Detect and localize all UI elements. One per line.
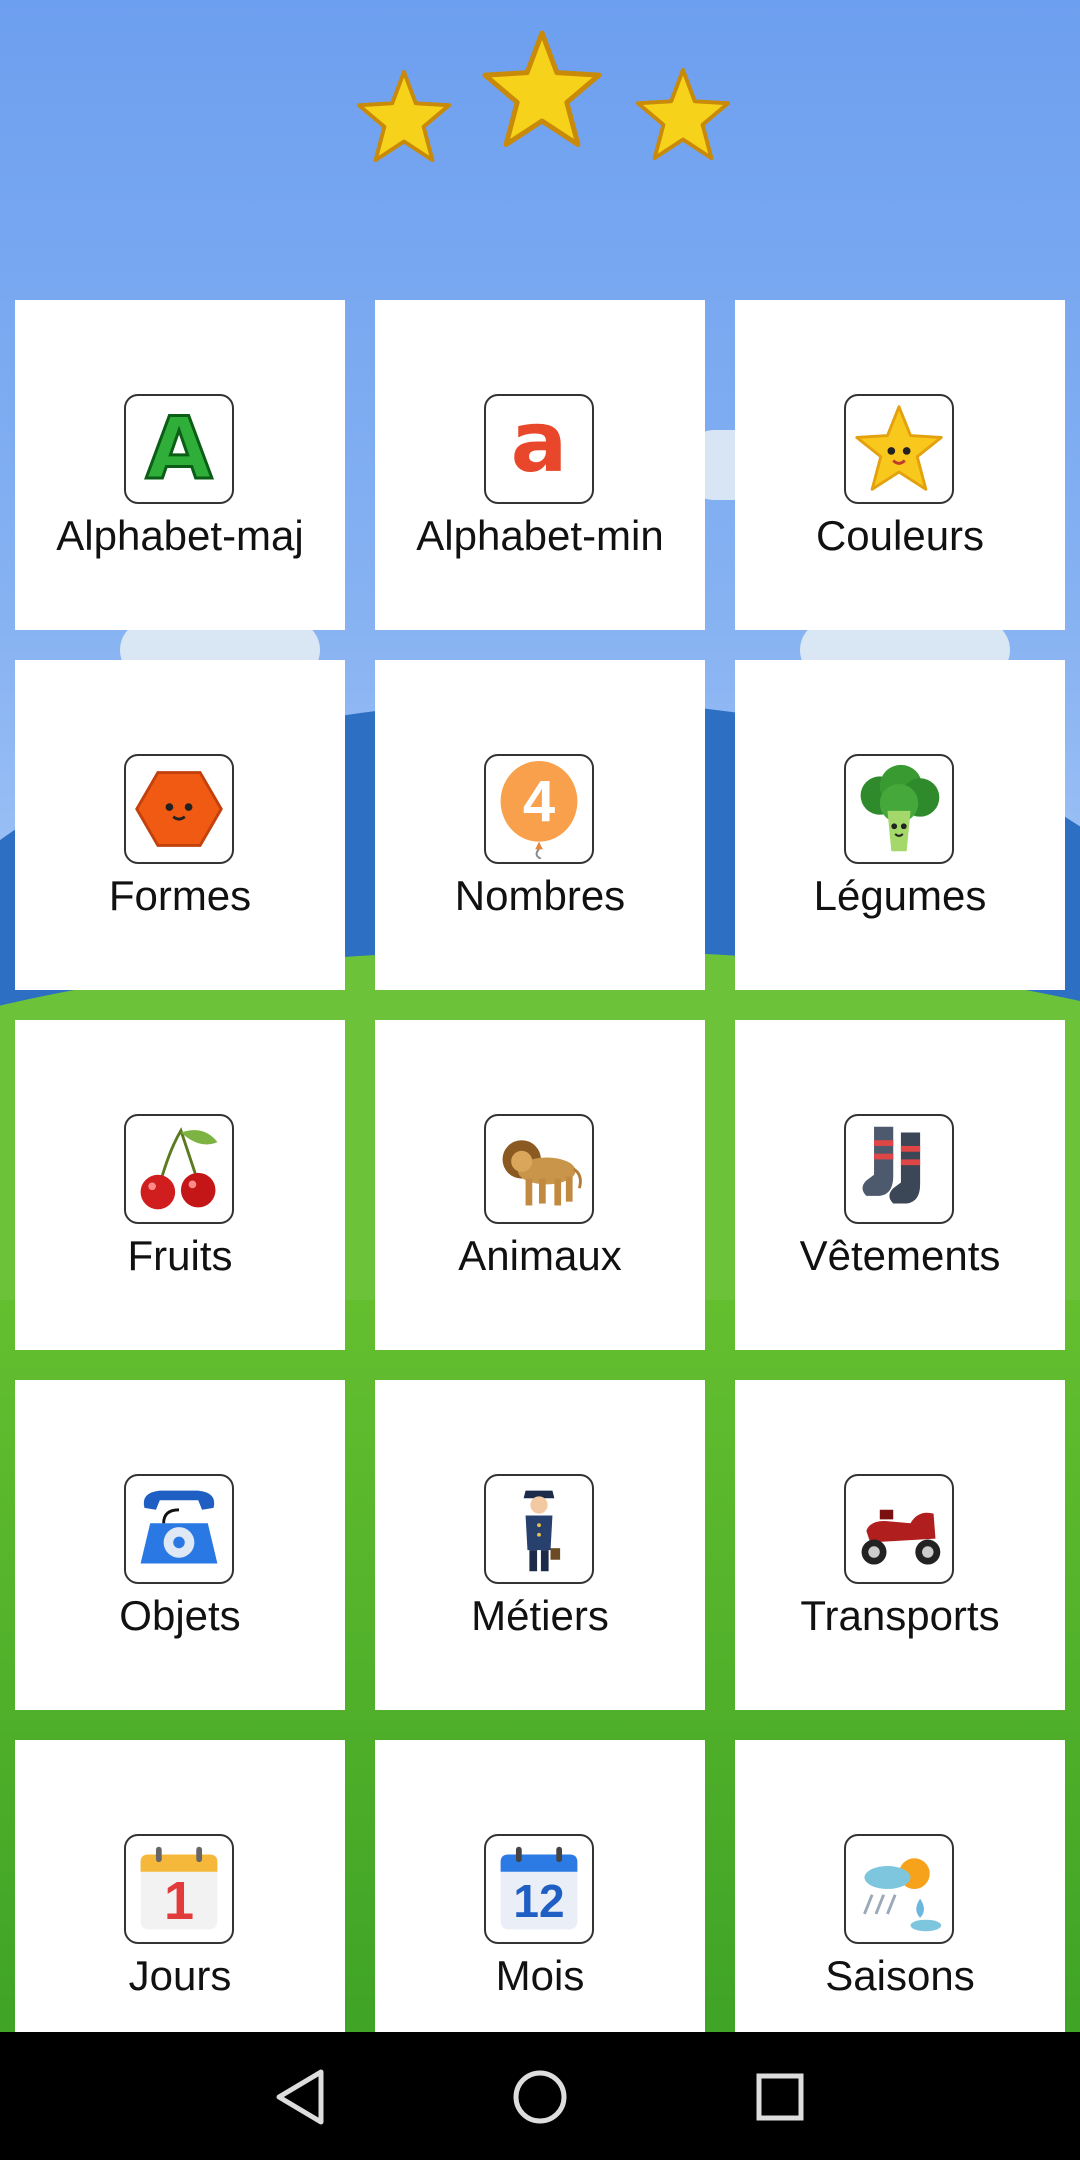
letter-a-uppercase-icon: A bbox=[124, 394, 234, 504]
smiling-star-icon bbox=[844, 394, 954, 504]
uppercase-a-glyph: A bbox=[144, 398, 214, 501]
pilot-icon bbox=[484, 1474, 594, 1584]
hexagon-icon bbox=[124, 754, 234, 864]
calendar-month-icon: 12 bbox=[484, 1834, 594, 1944]
tile-label: Transports bbox=[800, 1592, 1000, 1639]
home-icon[interactable] bbox=[505, 2062, 575, 2132]
calendar-day-icon: 1 bbox=[124, 1834, 234, 1944]
recents-icon[interactable] bbox=[745, 2062, 815, 2132]
cherries-icon bbox=[124, 1114, 234, 1224]
telephone-icon bbox=[124, 1474, 234, 1584]
category-tile-legumes[interactable]: Légumes bbox=[735, 660, 1065, 990]
tile-label: Couleurs bbox=[815, 512, 985, 559]
letter-a-lowercase-icon: a bbox=[484, 394, 594, 504]
tile-label: Saisons bbox=[825, 1952, 975, 1999]
category-grid: A Alphabet-maj a Alphabet-min Couleurs F bbox=[15, 300, 1065, 2032]
lion-icon bbox=[484, 1114, 594, 1224]
category-tile-jours[interactable]: 1 Jours bbox=[15, 1740, 345, 2032]
tile-label: Nombres bbox=[454, 872, 626, 919]
tile-label: Mois bbox=[495, 1952, 585, 1999]
tile-label: Formes bbox=[108, 872, 252, 919]
tile-label: Alphabet-maj bbox=[56, 512, 304, 559]
broccoli-icon bbox=[844, 754, 954, 864]
category-tile-transports[interactable]: Transports bbox=[735, 1380, 1065, 1710]
tile-label: Jours bbox=[128, 1952, 232, 1999]
tile-label: Objets bbox=[119, 1592, 241, 1639]
category-tile-alphabet-min[interactable]: a Alphabet-min bbox=[375, 300, 705, 630]
balloon-number: 4 bbox=[522, 769, 556, 834]
tile-label: Métiers bbox=[471, 1592, 609, 1639]
tile-label: Alphabet-min bbox=[416, 512, 664, 559]
tile-label: Fruits bbox=[127, 1232, 233, 1279]
tile-label: Animaux bbox=[458, 1232, 622, 1279]
tile-label: Vêtements bbox=[799, 1232, 1001, 1279]
category-tile-couleurs[interactable]: Couleurs bbox=[735, 300, 1065, 630]
category-tile-objets[interactable]: Objets bbox=[15, 1380, 345, 1710]
category-tile-mois[interactable]: 12 Mois bbox=[375, 1740, 705, 2032]
socks-icon bbox=[844, 1114, 954, 1224]
tile-label: Légumes bbox=[813, 872, 987, 919]
lowercase-a-glyph: a bbox=[510, 394, 568, 491]
back-icon[interactable] bbox=[265, 2062, 335, 2132]
system-navigation-bar bbox=[0, 2032, 1080, 2160]
number-balloon-icon: 4 bbox=[484, 754, 594, 864]
category-tile-nombres[interactable]: 4 Nombres bbox=[375, 660, 705, 990]
calendar-day-number: 1 bbox=[163, 1871, 195, 1931]
category-tile-saisons[interactable]: Saisons bbox=[735, 1740, 1065, 2032]
weather-icon bbox=[844, 1834, 954, 1944]
calendar-month-number: 12 bbox=[513, 1875, 565, 1927]
scooter-icon bbox=[844, 1474, 954, 1584]
category-tile-animaux[interactable]: Animaux bbox=[375, 1020, 705, 1350]
category-tile-vetements[interactable]: Vêtements bbox=[735, 1020, 1065, 1350]
category-tile-metiers[interactable]: Métiers bbox=[375, 1380, 705, 1710]
category-scroll-area[interactable]: A Alphabet-maj a Alphabet-min Couleurs F bbox=[0, 0, 1080, 2032]
category-tile-alphabet-maj[interactable]: A Alphabet-maj bbox=[15, 300, 345, 630]
category-tile-fruits[interactable]: Fruits bbox=[15, 1020, 345, 1350]
category-tile-formes[interactable]: Formes bbox=[15, 660, 345, 990]
